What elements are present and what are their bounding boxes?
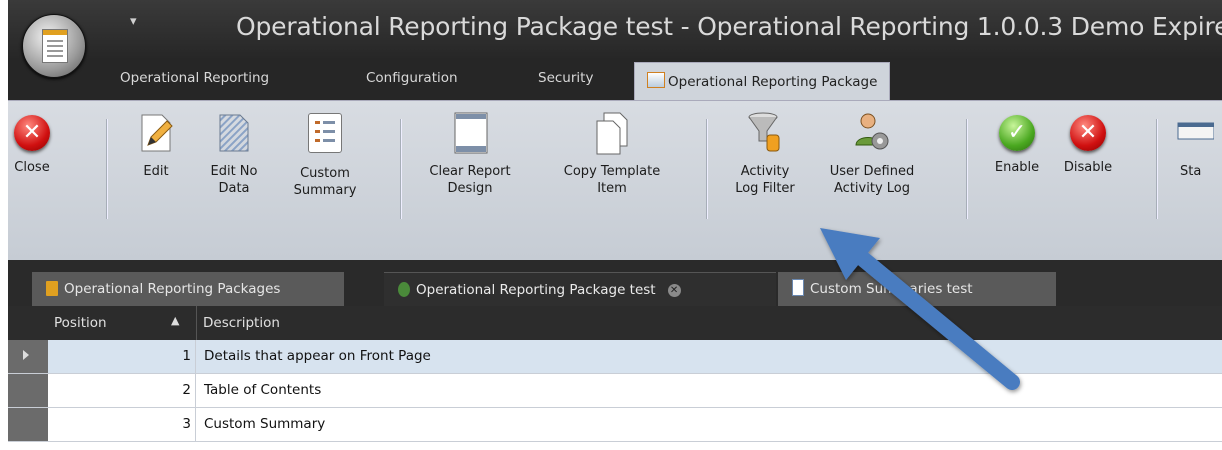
window-title: Operational Reporting Package test - Ope…: [236, 12, 1222, 41]
folder-icon: [46, 281, 58, 296]
filter-funnel-icon: [745, 111, 785, 155]
tab-security[interactable]: Security: [538, 70, 593, 86]
separator: [1156, 119, 1157, 219]
row-indicator: [8, 408, 48, 441]
enable-label: Enable: [994, 160, 1040, 175]
cell-description[interactable]: Table of Contents: [204, 374, 321, 407]
tab-label: Operational Reporting Package: [668, 74, 878, 90]
data-grid: Position ▲ Description 1 Details that ap…: [8, 306, 1222, 450]
cell-description[interactable]: Details that appear on Front Page: [204, 340, 431, 373]
row-indicator: [8, 340, 48, 373]
separator: [400, 119, 401, 219]
custom-summary-button[interactable]: Custom Summary: [290, 111, 360, 199]
edit-label: Edit: [143, 164, 169, 179]
cell-position[interactable]: 1: [48, 340, 196, 373]
edit-button[interactable]: Edit: [126, 111, 186, 180]
doc-tab-custom-summaries-test[interactable]: Custom Summaries test: [778, 272, 1056, 306]
copy-pages-icon: [592, 111, 632, 155]
table-row[interactable]: 2 Table of Contents: [8, 374, 1222, 408]
package-tab-icon: [647, 72, 665, 88]
activity-log-filter-label: Activity Log Filter: [735, 164, 795, 196]
cell-position[interactable]: 3: [48, 408, 196, 441]
disable-x-icon: ✕: [1070, 115, 1106, 151]
separator: [106, 119, 107, 219]
users-gear-icon: [852, 111, 892, 155]
close-tab-icon[interactable]: ✕: [667, 284, 681, 297]
title-bar: ▾ Operational Reporting Package test - O…: [8, 0, 1222, 60]
sort-ascending-icon[interactable]: ▲: [171, 314, 179, 327]
package-icon: [398, 282, 410, 297]
status-label-partial: Sta: [1180, 164, 1202, 179]
tab-configuration[interactable]: Configuration: [366, 70, 458, 86]
edit-no-data-label: Edit No Data: [210, 164, 258, 196]
clear-report-design-label: Clear Report Design: [429, 164, 511, 196]
blank-report-icon: [450, 111, 490, 155]
column-divider: [196, 306, 197, 340]
table-row[interactable]: 1 Details that appear on Front Page: [8, 340, 1222, 374]
application-menu-button[interactable]: [22, 14, 86, 78]
close-label: Close: [14, 160, 50, 175]
status-button-partial[interactable]: Sta: [1174, 111, 1218, 180]
cell-description[interactable]: Custom Summary: [204, 408, 325, 441]
grid-header: Position ▲ Description: [8, 306, 1222, 340]
document-icon: [792, 279, 804, 296]
clear-report-design-button[interactable]: Clear Report Design: [418, 111, 522, 197]
separator: [966, 119, 967, 219]
disable-button[interactable]: ✕ Disable: [1056, 111, 1120, 176]
enable-button[interactable]: ✓ Enable: [988, 111, 1046, 176]
doc-tab-label: Operational Reporting Packages: [64, 281, 281, 297]
tab-operational-reporting[interactable]: Operational Reporting: [120, 70, 269, 86]
edit-pencil-icon: [136, 111, 176, 155]
column-header-description[interactable]: Description: [203, 315, 280, 331]
doc-tab-label: Operational Reporting Package test: [416, 282, 656, 298]
disable-label: Disable: [1063, 160, 1113, 175]
edit-no-data-button[interactable]: Edit No Data: [204, 111, 264, 197]
close-icon: ✕: [14, 115, 50, 151]
user-defined-activity-log-label: User Defined Activity Log: [829, 164, 915, 196]
doc-tab-operational-reporting-packages[interactable]: Operational Reporting Packages: [32, 272, 344, 306]
copy-template-item-button[interactable]: Copy Template Item: [554, 111, 670, 197]
checkmark-icon: ✓: [999, 115, 1035, 151]
column-header-position[interactable]: Position: [54, 315, 107, 331]
current-row-arrow-icon: [23, 350, 29, 360]
hatched-page-icon: [214, 111, 254, 155]
ribbon-panel: ✕ Close Edit Edit No Data Custom Summary…: [8, 100, 1222, 261]
quick-access-toolbar-icon[interactable]: ▾: [130, 14, 137, 29]
ribbon-tab-bar: Operational Reporting Configuration Secu…: [8, 60, 1222, 101]
row-indicator: [8, 374, 48, 407]
document-tab-bar: Operational Reporting Packages Operation…: [8, 260, 1222, 306]
user-defined-activity-log-button[interactable]: User Defined Activity Log: [820, 111, 924, 197]
doc-tab-label: Custom Summaries test: [810, 281, 973, 297]
status-icon: [1174, 111, 1215, 155]
list-icon: [305, 113, 345, 157]
copy-template-item-label: Copy Template Item: [563, 164, 661, 196]
separator: [706, 119, 707, 219]
custom-summary-label: Custom Summary: [293, 166, 357, 198]
activity-log-filter-button[interactable]: Activity Log Filter: [726, 111, 804, 197]
tab-operational-reporting-package[interactable]: Operational Reporting Package: [634, 62, 891, 101]
cell-position[interactable]: 2: [48, 374, 196, 407]
doc-tab-operational-reporting-package-test[interactable]: Operational Reporting Package test ✕: [384, 272, 776, 306]
app-window: ▾ Operational Reporting Package test - O…: [8, 0, 1222, 450]
table-row[interactable]: 3 Custom Summary: [8, 408, 1222, 442]
document-icon: [42, 29, 68, 63]
close-button[interactable]: ✕ Close: [10, 111, 54, 176]
